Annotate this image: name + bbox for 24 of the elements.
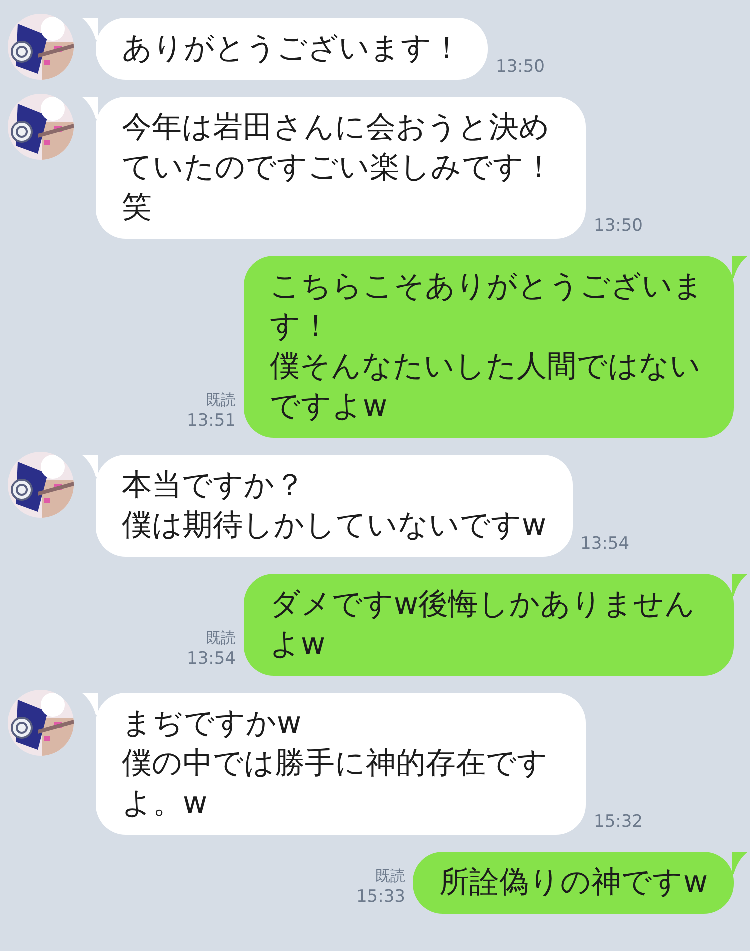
bubble-tail <box>82 455 98 477</box>
message-bubble: 今年は岩田さんに会おうと決めていたのですごい楽しみです！笑 <box>96 97 586 239</box>
bubble-tail <box>732 256 748 278</box>
message-bubble: こちらこそありがとうございます！ 僕そんなたいした人間ではないですよw <box>244 256 734 438</box>
message-bubble: 所詮偽りの神ですw <box>413 852 734 914</box>
message-time: 13:50 <box>594 215 643 237</box>
bubble-tail <box>82 18 98 40</box>
read-receipt: 既読 <box>375 866 406 886</box>
bubble-tail <box>82 693 98 715</box>
message-time: 13:54 <box>187 648 236 670</box>
read-receipt: 既読 <box>206 628 236 648</box>
message-time: 13:51 <box>187 410 236 432</box>
message-bubble: まぢですかw 僕の中では勝手に神的存在ですよ。w <box>96 693 586 835</box>
read-receipt: 既読 <box>206 390 236 410</box>
bubble-tail <box>82 97 98 119</box>
message-bubble: ありがとうございます！ <box>96 18 488 80</box>
message-bubble: ダメですw後悔しかありませんよw <box>244 574 734 676</box>
message-bubble: 本当ですか？ 僕は期待しかしていないですw <box>96 455 573 557</box>
bubble-tail <box>732 852 748 874</box>
bubble-tail <box>732 574 748 596</box>
message-time: 15:32 <box>594 811 643 833</box>
message-time: 13:50 <box>496 56 545 78</box>
message-time: 13:54 <box>580 533 630 555</box>
message-time: 15:33 <box>356 886 406 908</box>
